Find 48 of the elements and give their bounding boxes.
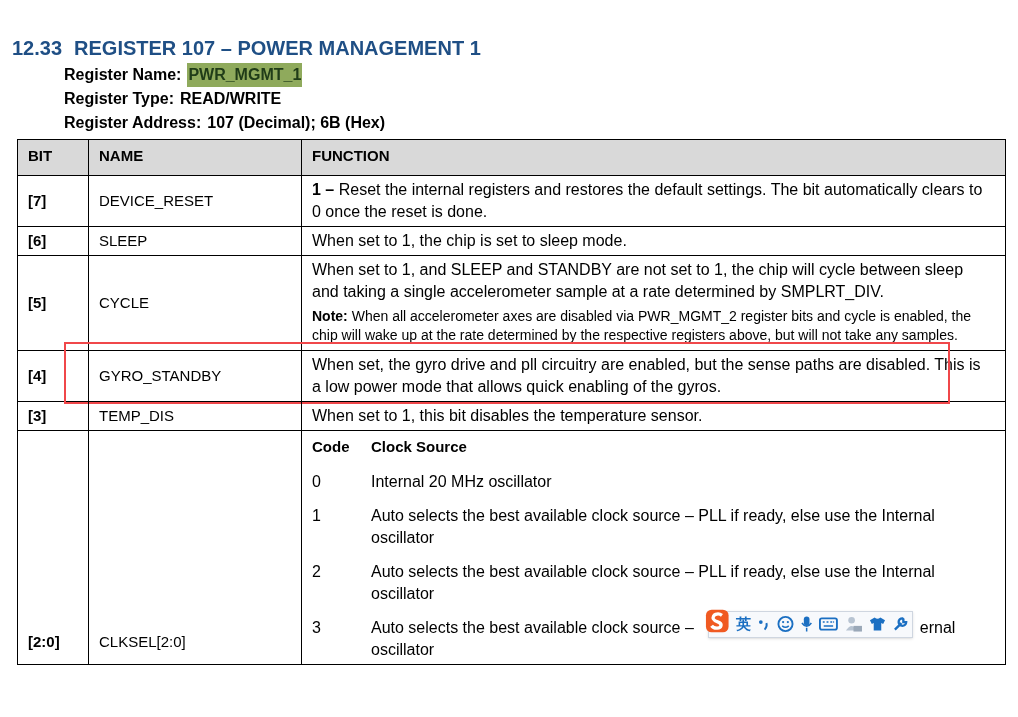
clock-source-text: ernal	[919, 617, 956, 638]
name-cell-text: DEVICE_RESET	[99, 190, 214, 211]
clock-source-text: Auto selects the best available clock source – PLL if ready, else use the Internal oscillator	[371, 505, 936, 548]
section-number: 12.33	[12, 36, 63, 61]
wrench-icon[interactable]	[892, 616, 908, 632]
register-value: PWR_MGMT_1	[187, 63, 303, 87]
bit-cell-text: [6]	[28, 230, 47, 251]
code-cell-text: 0	[312, 471, 322, 492]
bit-cell-text: [2:0]	[28, 632, 60, 652]
bit-cell-text: [5]	[28, 292, 47, 313]
name-cell-text: SLEEP	[99, 230, 148, 251]
function-text: When set to 1, the chip is set to sleep mode.	[312, 231, 628, 251]
bit-cell-text: [3]	[28, 405, 47, 426]
name-cell-text: CYCLE	[99, 292, 150, 313]
shirt-icon[interactable]	[868, 616, 886, 632]
function-text: When set to 1, and SLEEP and STANDBY are not set to 1, the chip will cycle between sleep and taking a single accelerometer sample at a rate determined by SMPLRT_DIV.	[312, 260, 965, 302]
name-cell-text: CLKSEL[2:0]	[99, 632, 186, 652]
keyboard-icon[interactable]	[818, 617, 838, 631]
register-label: Register Name:	[64, 65, 182, 85]
function-text: 1 – Reset the internal registers and restores the default settings. The bit automatically clears to 0 once the reset is done.	[312, 180, 984, 222]
bit-cell-text: [7]	[28, 190, 47, 211]
register-label: Register Address:	[64, 113, 202, 133]
clock-source-text: Auto selects the best available clock source –	[371, 617, 694, 638]
function-text: When set to 1, this bit disables the temperature sensor.	[312, 406, 704, 426]
column-header: Code	[312, 437, 351, 457]
clock-source-text: oscillator	[371, 639, 436, 660]
smiley-icon[interactable]	[776, 615, 794, 633]
code-cell-text: 2	[312, 561, 322, 582]
note-text: Note: When all accelerometer axes are disabled via PWR_MGMT_2 register bits and cycle is enabled, the chip will wake up at the rate determined by the respective registers above, but will not take any samples.	[312, 307, 973, 345]
register-label: Register Type:	[64, 89, 174, 109]
clock-source-text: Auto selects the best available clock source – PLL if ready, else use the Internal oscillator	[371, 561, 936, 604]
code-cell-text: 3	[312, 617, 322, 638]
code-cell-text: 1	[312, 505, 322, 526]
bit-cell-text: [4]	[28, 365, 47, 386]
language-toggle[interactable]: 英	[736, 613, 752, 635]
name-cell-text: GYRO_STANDBY	[99, 365, 222, 386]
column-header: FUNCTION	[301, 140, 1005, 175]
punctuation-icon[interactable]	[758, 617, 770, 631]
clock-source-text: Internal 20 MHz oscillator	[371, 471, 553, 492]
section-title: REGISTER 107 – POWER MANAGEMENT 1	[74, 36, 481, 61]
column-header: NAME	[88, 140, 301, 175]
logo-icon[interactable]	[704, 608, 730, 634]
name-cell-text: TEMP_DIS	[99, 405, 174, 426]
column-header: BIT	[27, 146, 54, 166]
microphone-icon[interactable]	[800, 615, 812, 633]
register-value: READ/WRITE	[179, 89, 282, 109]
column-header: Clock Source	[371, 437, 467, 457]
register-value: 107 (Decimal); 6B (Hex)	[207, 113, 386, 133]
